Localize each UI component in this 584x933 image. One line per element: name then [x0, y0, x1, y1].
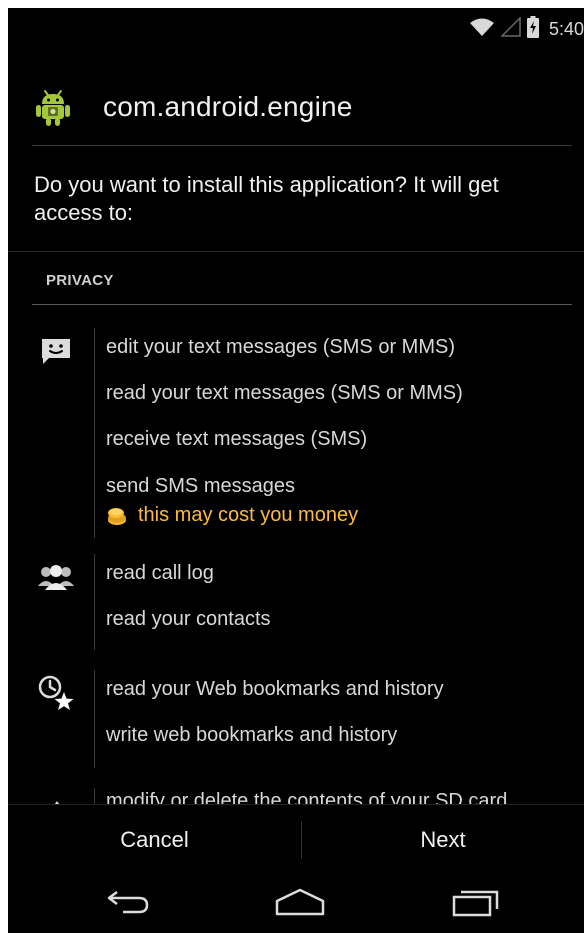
sms-icon [36, 336, 76, 376]
prompt-divider [8, 251, 584, 252]
status-time: 5:40 [548, 18, 584, 39]
group-line [94, 670, 95, 768]
install-prompt: Do you want to install this application?… [34, 172, 499, 225]
group-line [94, 554, 95, 650]
home-icon [274, 888, 326, 920]
permission-item: write web bookmarks and history [106, 724, 398, 746]
section-header-privacy: PRIVACY [46, 272, 114, 289]
battery-charging-icon [526, 16, 539, 42]
permission-item: send SMS messages [106, 475, 295, 497]
android-robot-icon [33, 87, 73, 127]
cancel-button[interactable]: Cancel [8, 805, 301, 875]
signal-icon [500, 16, 521, 41]
permission-group-storage: modify or delete the contents of your SD… [8, 788, 584, 804]
header-divider [32, 145, 572, 146]
permission-group-bookmarks: read your Web bookmarks and history writ… [8, 670, 584, 768]
back-icon [105, 889, 151, 919]
wifi-icon [469, 17, 495, 41]
permission-item: read call log [106, 562, 214, 584]
permission-group-sms: edit your text messages (SMS or MMS) rea… [8, 328, 584, 538]
navigation-bar [8, 874, 584, 933]
status-icons: 5:40 [469, 16, 584, 42]
permission-item: modify or delete the contents of your SD… [106, 790, 508, 804]
cost-warning-text: this may cost you money [138, 504, 359, 526]
coins-icon [106, 505, 128, 527]
home-button[interactable] [270, 882, 330, 926]
section-divider [32, 304, 572, 305]
permission-item: receive text messages (SMS) [106, 428, 368, 450]
app-title: com.android.engine [103, 91, 353, 122]
contacts-icon [36, 562, 76, 602]
cost-warning: this may cost you money [106, 504, 358, 527]
recents-button[interactable] [446, 882, 506, 926]
group-line [94, 788, 95, 804]
recents-icon [452, 887, 500, 921]
install-screen: 5:40 com.android.engine Do you want to i… [8, 8, 584, 933]
permission-group-contacts: read call log read your contacts [8, 554, 584, 650]
permission-item: read your text messages (SMS or MMS) [106, 382, 463, 404]
permission-item: read your Web bookmarks and history [106, 678, 444, 700]
app-header: com.android.engine [33, 78, 573, 136]
bookmarks-icon [36, 674, 76, 714]
group-line [94, 328, 95, 538]
permission-item: edit your text messages (SMS or MMS) [106, 336, 455, 358]
back-button[interactable] [98, 882, 158, 926]
next-button[interactable]: Next [302, 805, 584, 875]
status-bar: 5:40 [8, 8, 584, 50]
storage-icon [50, 796, 64, 804]
button-bar: Cancel Next [8, 804, 584, 875]
permission-item: read your contacts [106, 608, 271, 630]
